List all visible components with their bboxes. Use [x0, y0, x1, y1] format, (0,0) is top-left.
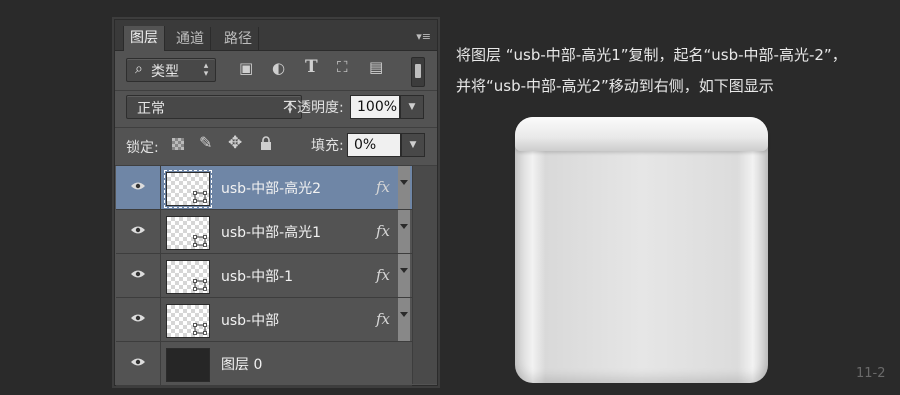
- panel-menu-icon[interactable]: ▾≡: [416, 30, 431, 43]
- fx-expand-button[interactable]: [398, 166, 410, 209]
- layer-row[interactable]: usb-中部-1 fx: [116, 254, 412, 298]
- usb-body-image: [515, 117, 768, 383]
- eye-icon: [131, 358, 145, 366]
- visibility-toggle[interactable]: [116, 298, 161, 341]
- blend-mode-value: 正常: [137, 101, 165, 117]
- lock-move-icon[interactable]: ✥: [228, 133, 242, 153]
- tab-channels[interactable]: 通道: [170, 27, 211, 50]
- updown-icon: ▴ ▾: [203, 61, 209, 79]
- vector-shape-icon: [193, 191, 207, 203]
- lock-brush-icon[interactable]: ✎: [199, 133, 212, 152]
- fx-icon[interactable]: fx: [376, 310, 390, 328]
- blend-mode-select[interactable]: 正常 ▴ ▾: [126, 95, 302, 119]
- usb-top-cap: [515, 117, 768, 151]
- instruction-line-1: 将图层 “usb-中部-高光1”复制，起名“usb-中部-高光-2”，: [456, 46, 847, 64]
- divider: [115, 90, 437, 91]
- visibility-toggle[interactable]: [116, 254, 161, 297]
- layer-row[interactable]: usb-中部-高光1 fx: [116, 210, 412, 254]
- adjustment-filter-icon[interactable]: ◐: [272, 59, 285, 77]
- layer-name[interactable]: 图层 0: [221, 354, 262, 374]
- fx-expand-button[interactable]: [398, 210, 410, 253]
- layer-name[interactable]: usb-中部-高光1: [221, 222, 321, 242]
- layer-row[interactable]: usb-中部 fx: [116, 298, 412, 342]
- fill-dropdown-button[interactable]: ▼: [401, 133, 425, 157]
- tab-layers[interactable]: 图层: [123, 26, 165, 51]
- fx-expand-button[interactable]: [398, 298, 410, 341]
- fx-expand-button[interactable]: [398, 254, 410, 297]
- eye-icon: [131, 226, 145, 234]
- divider: [115, 127, 437, 128]
- layer-thumbnail: [164, 170, 212, 208]
- layers-scrollbar[interactable]: [412, 166, 437, 384]
- image-filter-icon[interactable]: ▣: [239, 59, 253, 77]
- fx-icon[interactable]: fx: [376, 178, 390, 196]
- opacity-dropdown-button[interactable]: ▼: [400, 95, 424, 119]
- figure-number: 11-2: [856, 366, 886, 381]
- layer-thumbnail: [166, 216, 210, 250]
- filter-type-select[interactable]: ⌕ 类型 ▴ ▾: [126, 58, 216, 82]
- visibility-toggle[interactable]: [116, 210, 161, 253]
- vector-shape-icon: [193, 279, 207, 291]
- layer-name[interactable]: usb-中部: [221, 310, 279, 330]
- opacity-label: 不透明度:: [283, 100, 344, 116]
- instruction-line-2: 并将“usb-中部-高光2”移动到右侧，如下图显示: [456, 77, 774, 95]
- layers-panel: 图层 通道 路径 ▾≡ ⌕ 类型 ▴ ▾ ▣ ◐ T ⛶ ▤ 正常 ▴ ▾ 不透明度…: [114, 19, 438, 386]
- fx-icon[interactable]: fx: [376, 222, 390, 240]
- eye-icon: [131, 182, 145, 190]
- layer-thumbnail: [166, 348, 210, 382]
- visibility-toggle[interactable]: [116, 166, 161, 209]
- vector-shape-icon: [193, 235, 207, 247]
- vector-shape-icon: [193, 323, 207, 335]
- lock-all-icon[interactable]: [260, 135, 272, 150]
- lock-label: 锁定:: [126, 140, 159, 156]
- fx-icon[interactable]: fx: [376, 266, 390, 284]
- layer-thumbnail: [166, 304, 210, 338]
- layer-name[interactable]: usb-中部-1: [221, 266, 293, 286]
- opacity-field[interactable]: 100%: [350, 95, 400, 119]
- layer-row[interactable]: 图层 0: [116, 342, 412, 386]
- text-filter-icon[interactable]: T: [305, 57, 318, 77]
- tab-paths[interactable]: 路径: [218, 27, 259, 50]
- lock-transparent-icon[interactable]: [172, 138, 184, 150]
- layer-thumbnail: [166, 260, 210, 294]
- fill-label: 填充:: [311, 138, 344, 154]
- layer-row[interactable]: usb-中部-高光2 fx: [116, 166, 412, 210]
- eye-icon: [131, 270, 145, 278]
- visibility-toggle[interactable]: [116, 342, 161, 385]
- search-icon: ⌕: [135, 61, 143, 77]
- fill-field[interactable]: 0%: [347, 133, 401, 157]
- eye-icon: [131, 314, 145, 322]
- panel-tabbar: 图层 通道 路径 ▾≡: [115, 20, 437, 51]
- filter-toggle-switch[interactable]: [411, 57, 425, 87]
- smart-object-filter-icon[interactable]: ▤: [369, 58, 383, 76]
- layer-name[interactable]: usb-中部-高光2: [221, 178, 321, 198]
- filter-type-label: 类型: [151, 64, 179, 80]
- shape-filter-icon[interactable]: ⛶: [337, 58, 348, 76]
